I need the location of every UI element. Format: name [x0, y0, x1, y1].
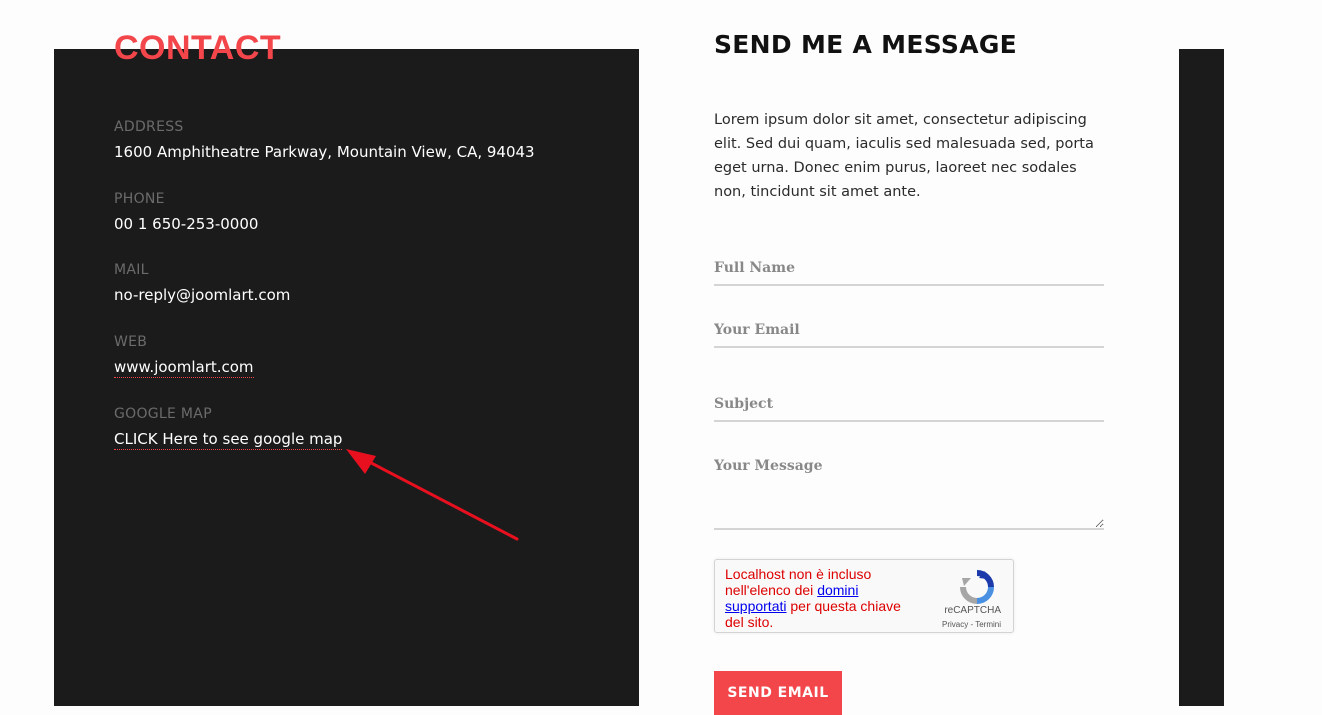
message-form-intro: Lorem ipsum dolor sit amet, consectetur … — [714, 112, 1094, 200]
recaptcha-error-text: Localhost non è incluso nell'elenco dei … — [725, 566, 920, 630]
recaptcha-widget[interactable]: Localhost non è incluso nell'elenco dei … — [714, 559, 1014, 633]
subject-input[interactable] — [714, 396, 1104, 422]
mail-value: no-reply@joomlart.com — [114, 286, 291, 304]
web-block: WEB www.joomlart.com — [114, 334, 254, 378]
address-value: 1600 Amphitheatre Parkway, Mountain View… — [114, 143, 535, 161]
address-block: ADDRESS 1600 Amphitheatre Parkway, Mount… — [114, 119, 535, 161]
web-link[interactable]: www.joomlart.com — [114, 358, 254, 378]
phone-block: PHONE 00 1 650-253-0000 — [114, 191, 258, 233]
mail-label: MAIL — [114, 262, 149, 278]
full-name-input[interactable] — [714, 260, 1104, 286]
recaptcha-logo-icon — [960, 570, 994, 604]
google-map-label: GOOGLE MAP — [114, 406, 212, 422]
phone-value: 00 1 650-253-0000 — [114, 215, 259, 233]
dark-side-strip — [1179, 49, 1224, 706]
phone-label: PHONE — [114, 191, 165, 207]
google-map-link[interactable]: CLICK Here to see google map — [114, 430, 343, 450]
address-label: ADDRESS — [114, 119, 184, 135]
email-input[interactable] — [714, 322, 1104, 348]
message-textarea[interactable] — [714, 458, 1104, 530]
message-form-title: SEND ME A MESSAGE — [714, 30, 1018, 59]
web-label: WEB — [114, 334, 148, 350]
send-email-button[interactable]: SEND EMAIL — [714, 671, 842, 715]
contact-title: CONTACT — [114, 29, 282, 67]
mail-block: MAIL no-reply@joomlart.com — [114, 262, 290, 304]
recaptcha-terms-link[interactable]: Privacy - Termini — [942, 620, 1001, 629]
google-map-block: GOOGLE MAP CLICK Here to see google map — [114, 406, 343, 450]
recaptcha-brand: reCAPTCHA — [944, 605, 1001, 616]
